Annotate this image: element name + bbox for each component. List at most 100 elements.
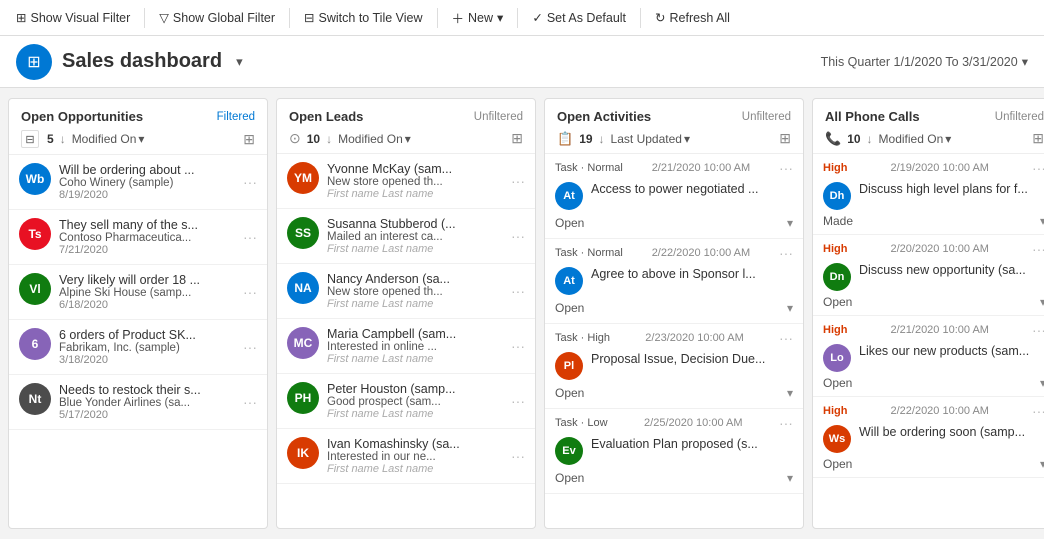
- phone-avatar-4: Ws: [823, 425, 851, 453]
- opportunity-card-4[interactable]: 6 6 orders of Product SK... Fabrikam, In…: [9, 320, 267, 375]
- lead-card-3[interactable]: NA Nancy Anderson (sa... New store opene…: [277, 264, 535, 319]
- lead-more-1[interactable]: ···: [511, 173, 525, 189]
- lead-card-2[interactable]: SS Susanna Stubberod (... Mailed an inte…: [277, 209, 535, 264]
- activity-date-1: 2/21/2020 10:00 AM: [652, 162, 750, 174]
- lead-card-1[interactable]: YM Yvonne McKay (sam... New store opened…: [277, 154, 535, 209]
- activity-avatar-4: Ev: [555, 437, 583, 465]
- phone-more-2[interactable]: ···: [1032, 241, 1044, 257]
- avatar-vl: Vl: [19, 273, 51, 305]
- activities-sort-chevron: ▾: [684, 132, 690, 146]
- activity-expand-3[interactable]: ▾: [787, 386, 793, 400]
- lead-card-4[interactable]: MC Maria Campbell (sam... Interested in …: [277, 319, 535, 374]
- open-opportunities-title: Open Opportunities: [21, 109, 143, 124]
- open-leads-sort[interactable]: Modified On ▾: [338, 132, 411, 146]
- activity-expand-1[interactable]: ▾: [787, 216, 793, 230]
- lead-subtitle-6: Interested in our ne...: [327, 451, 503, 463]
- activity-expand-2[interactable]: ▾: [787, 301, 793, 315]
- separator-3: [437, 8, 438, 28]
- activity-card-2[interactable]: Task · Normal 2/22/2020 10:00 AM ··· At …: [545, 239, 803, 324]
- phone-card-3[interactable]: High 2/21/2020 10:00 AM ··· Lo Likes our…: [813, 316, 1044, 397]
- card-more-2[interactable]: ···: [243, 229, 257, 245]
- lead-card-6[interactable]: IK Ivan Komashinsky (sa... Interested in…: [277, 429, 535, 484]
- activity-more-4[interactable]: ···: [779, 415, 793, 431]
- activity-expand-4[interactable]: ▾: [787, 471, 793, 485]
- card-more-1[interactable]: ···: [243, 174, 257, 190]
- refresh-all-button[interactable]: ↻ Refresh All: [647, 6, 738, 29]
- all-phone-calls-sort[interactable]: Modified On ▾: [879, 132, 952, 146]
- activity-title-3: Proposal Issue, Decision Due...: [591, 352, 793, 366]
- phone-status-3: Open: [823, 376, 852, 390]
- open-activities-column: Open Activities Unfiltered 📋 19 ↓ Last U…: [544, 98, 804, 529]
- phone-status-2: Open: [823, 295, 852, 309]
- open-opportunities-header: Open Opportunities Filtered ⊟ 5 ↓ Modifi…: [9, 99, 267, 155]
- lead-subtitle-3: New store opened th...: [327, 286, 503, 298]
- activity-avatar-1: At: [555, 182, 583, 210]
- activity-more-2[interactable]: ···: [779, 245, 793, 261]
- all-phone-calls-view-options[interactable]: ⊞: [1032, 130, 1044, 147]
- lead-title-1: Yvonne McKay (sam...: [327, 162, 503, 176]
- open-opportunities-view-options[interactable]: ⊞: [243, 131, 255, 148]
- phone-more-1[interactable]: ···: [1032, 160, 1044, 176]
- lead-meta-2: First name Last name: [327, 243, 503, 255]
- header-right: This Quarter 1/1/2020 To 3/31/2020 ▾: [821, 54, 1028, 69]
- activity-more-1[interactable]: ···: [779, 160, 793, 176]
- open-activities-view-options[interactable]: ⊞: [779, 130, 791, 147]
- set-default-button[interactable]: ✓ Set As Default: [524, 6, 634, 29]
- phone-more-3[interactable]: ···: [1032, 322, 1044, 338]
- lead-subtitle-4: Interested in online ...: [327, 341, 503, 353]
- card-date-4: 3/18/2020: [59, 354, 235, 366]
- phone-expand-4[interactable]: ▾: [1040, 457, 1044, 471]
- open-leads-list: YM Yvonne McKay (sam... New store opened…: [277, 154, 535, 528]
- card-more-5[interactable]: ···: [243, 394, 257, 410]
- activity-title-4: Evaluation Plan proposed (s...: [591, 437, 793, 451]
- phone-priority-1: High: [823, 162, 847, 174]
- quarter-dropdown-icon[interactable]: ▾: [1022, 54, 1028, 69]
- lead-meta-1: First name Last name: [327, 188, 503, 200]
- card-more-3[interactable]: ···: [243, 284, 257, 300]
- card-subtitle-2: Contoso Pharmaceutica...: [59, 232, 235, 244]
- lead-more-6[interactable]: ···: [511, 448, 525, 464]
- avatar-wb: Wb: [19, 163, 51, 195]
- show-global-filter-button[interactable]: ▽ Show Global Filter: [151, 6, 283, 29]
- card-title-5: Needs to restock their s...: [59, 383, 235, 397]
- opportunity-card-5[interactable]: Nt Needs to restock their s... Blue Yond…: [9, 375, 267, 430]
- open-opportunities-sort[interactable]: Modified On ▾: [72, 132, 145, 146]
- lead-card-5[interactable]: PH Peter Houston (samp... Good prospect …: [277, 374, 535, 429]
- open-activities-sort[interactable]: Last Updated ▾: [611, 132, 690, 146]
- opportunity-card-1[interactable]: Wb Will be ordering about ... Coho Winer…: [9, 155, 267, 210]
- open-leads-view-options[interactable]: ⊞: [511, 130, 523, 147]
- activity-more-3[interactable]: ···: [779, 330, 793, 346]
- lead-content-5: Peter Houston (samp... Good prospect (sa…: [327, 382, 503, 420]
- activity-card-1[interactable]: Task · Normal 2/21/2020 10:00 AM ··· At …: [545, 154, 803, 239]
- card-more-4[interactable]: ···: [243, 339, 257, 355]
- phone-card-2[interactable]: High 2/20/2020 10:00 AM ··· Dn Discuss n…: [813, 235, 1044, 316]
- switch-tile-view-button[interactable]: ⊟ Switch to Tile View: [296, 6, 430, 29]
- open-opportunities-list: Wb Will be ordering about ... Coho Winer…: [9, 155, 267, 528]
- phone-more-4[interactable]: ···: [1032, 403, 1044, 419]
- count-sort-icon: ↓: [60, 132, 66, 146]
- lead-more-2[interactable]: ···: [511, 228, 525, 244]
- phone-expand-1[interactable]: ▾: [1040, 214, 1044, 228]
- open-leads-filter-status: Unfiltered: [474, 111, 523, 123]
- header-dropdown-icon[interactable]: ▾: [236, 54, 243, 70]
- phone-card-4[interactable]: High 2/22/2020 10:00 AM ··· Ws Will be o…: [813, 397, 1044, 478]
- opportunity-card-3[interactable]: Vl Very likely will order 18 ... Alpine …: [9, 265, 267, 320]
- phone-priority-2: High: [823, 243, 847, 255]
- lead-more-4[interactable]: ···: [511, 338, 525, 354]
- activity-date-2: 2/22/2020 10:00 AM: [652, 247, 750, 259]
- activity-card-4[interactable]: Task · Low 2/25/2020 10:00 AM ··· Ev Eva…: [545, 409, 803, 494]
- new-button[interactable]: ＋ New ▾: [444, 4, 512, 31]
- opportunity-card-2[interactable]: Ts They sell many of the s... Contoso Ph…: [9, 210, 267, 265]
- activity-card-3[interactable]: Task · High 2/23/2020 10:00 AM ··· Pl Pr…: [545, 324, 803, 409]
- activity-date-3: 2/23/2020 10:00 AM: [645, 332, 743, 344]
- phone-expand-2[interactable]: ▾: [1040, 295, 1044, 309]
- toolbar: ⊞ Show Visual Filter ▽ Show Global Filte…: [0, 0, 1044, 36]
- show-visual-filter-button[interactable]: ⊞ Show Visual Filter: [8, 6, 138, 29]
- phone-card-1[interactable]: High 2/19/2020 10:00 AM ··· Dh Discuss h…: [813, 154, 1044, 235]
- phone-title-3: Likes our new products (sam...: [859, 344, 1044, 358]
- lead-more-3[interactable]: ···: [511, 283, 525, 299]
- activities-sort-icon: ↓: [599, 132, 605, 146]
- phone-expand-3[interactable]: ▾: [1040, 376, 1044, 390]
- all-phone-calls-header: All Phone Calls Unfiltered 📞 10 ↓ Modifi…: [813, 99, 1044, 154]
- lead-more-5[interactable]: ···: [511, 393, 525, 409]
